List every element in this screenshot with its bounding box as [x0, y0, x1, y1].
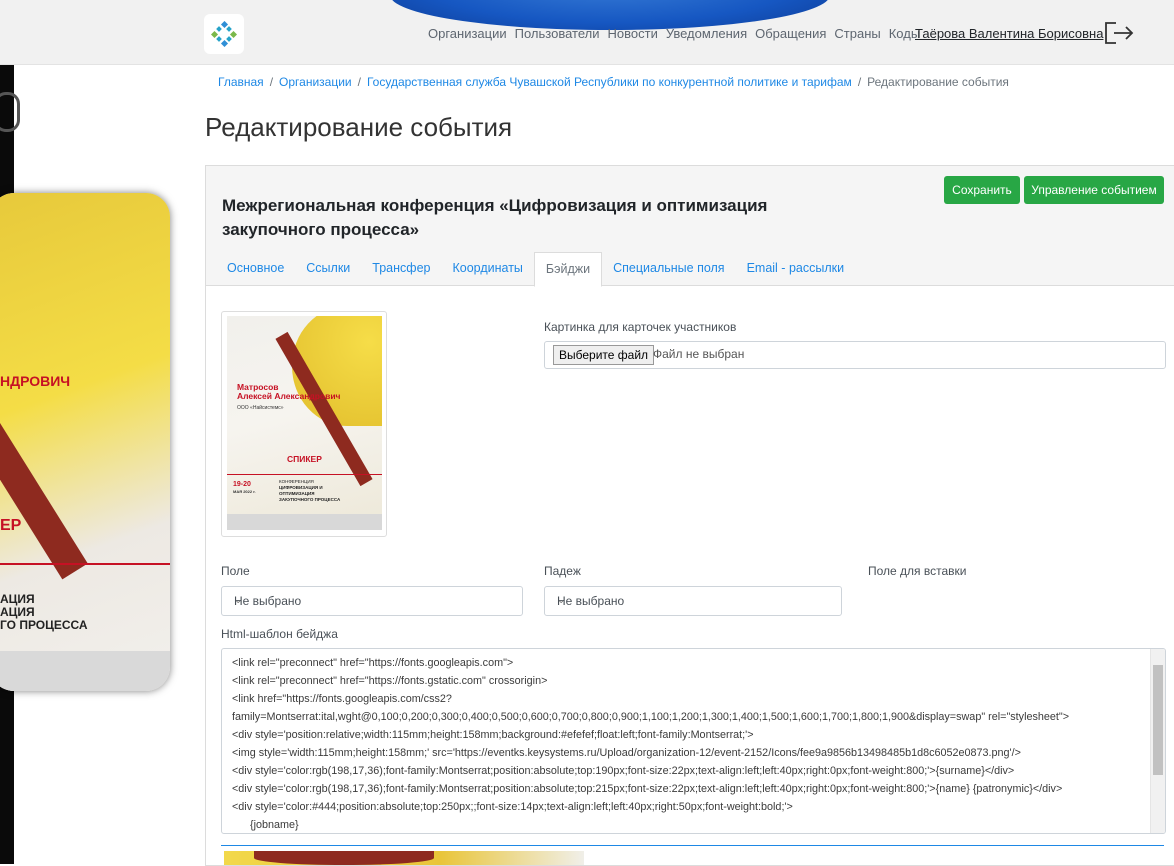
breadcrumb-current: Редактирование события [867, 75, 1009, 89]
nav-links: Организации Пользователи Новости Уведомл… [428, 26, 928, 41]
template-line: <link rel="preconnect" href="https://fon… [232, 657, 514, 669]
section-divider [221, 845, 1164, 846]
tab-special-fields[interactable]: Специальные поля [602, 252, 735, 285]
template-line: <link rel="preconnect" href="https://fon… [232, 675, 548, 687]
second-badge-preview [224, 851, 584, 865]
ring-decoration [0, 92, 20, 132]
template-line: <link href="https://fonts.googleapis.com… [232, 693, 452, 705]
breadcrumb-organizations[interactable]: Организации [279, 75, 352, 89]
nav-link-news[interactable]: Новости [608, 26, 658, 41]
template-label: Html-шаблон бейджа [221, 627, 338, 641]
field-select[interactable]: Не выбрано ⌄ [221, 586, 523, 616]
field-label: Поле [221, 564, 250, 578]
badge-conf-title: ЦИФРОВИЗАЦИЯ И ОПТИМИЗАЦИЯ ЗАКУПОЧНОГО П… [279, 485, 341, 502]
logout-icon[interactable] [1102, 20, 1136, 46]
chevron-down-icon: ⌄ [557, 595, 566, 606]
badge-org: ООО «Найсистемс» [237, 405, 284, 411]
tab-transfer[interactable]: Трансфер [361, 252, 441, 285]
event-panel: Межрегиональная конференция «Цифровизаци… [205, 165, 1174, 866]
template-line: <div style='color:#444;position:absolute… [232, 801, 793, 813]
logo-icon[interactable] [204, 14, 244, 54]
event-tabs: Основное Ссылки Трансфер Координаты Бэйд… [216, 252, 855, 287]
image-label: Картинка для карточек участников [544, 320, 737, 334]
template-line: family=Montserrat:ital,wght@0,100;0,200;… [232, 711, 1070, 723]
save-button[interactable]: Сохранить [944, 176, 1020, 204]
nav-link-appeals[interactable]: Обращения [755, 26, 826, 41]
badge-role: СПИКЕР [287, 454, 322, 464]
file-status: Файл не выбран [653, 347, 745, 361]
template-line: <div style='position:relative;width:115m… [232, 729, 754, 741]
choose-file-button[interactable]: Выберите файл [553, 345, 655, 365]
chevron-down-icon: ⌄ [234, 595, 243, 606]
event-panel-header: Межрегиональная конференция «Цифровизаци… [206, 166, 1174, 287]
textarea-scrollbar[interactable] [1150, 649, 1165, 833]
file-input[interactable]: Выберите файл Файл не выбран [544, 341, 1166, 369]
tab-badges[interactable]: Бэйджи [533, 252, 603, 287]
badge-month: МАЯ 2022 г. [233, 489, 256, 494]
insert-field-label: Поле для вставки [868, 564, 967, 578]
nav-link-countries[interactable]: Страны [834, 26, 880, 41]
page-title: Редактирование события [205, 112, 513, 142]
template-line: <div style='color:rgb(198,17,36);font-fa… [232, 783, 1063, 795]
nav-link-notifications[interactable]: Уведомления [666, 26, 747, 41]
left-badge-name: НДРОВИЧ [0, 373, 71, 389]
manage-event-button[interactable]: Управление событием [1024, 176, 1164, 204]
nav-link-users[interactable]: Пользователи [515, 26, 600, 41]
left-badge-image: НДРОВИЧ ЕР АЦИЯ АЦИЯ ГО ПРОЦЕССА [0, 193, 170, 691]
badge-dates: 19-20 [233, 481, 251, 488]
tab-main[interactable]: Основное [216, 252, 295, 285]
event-title: Межрегиональная конференция «Цифровизаци… [222, 196, 768, 239]
badge-name: Алексей Александрович [237, 391, 341, 401]
user-profile-link[interactable]: Таёрова Валентина Борисовна [915, 26, 1103, 41]
breadcrumb: Главная / Организации / Государственная служ… [218, 75, 1009, 89]
template-line: <div style='color:rgb(198,17,36);font-fa… [232, 765, 1015, 777]
template-line: {jobname} [232, 819, 299, 831]
template-line: <img style='width:115mm;height:158mm;' s… [232, 747, 1021, 759]
tab-coordinates[interactable]: Координаты [441, 252, 533, 285]
case-select[interactable]: Не выбрано ⌄ [544, 586, 842, 616]
badge-template-textarea[interactable]: <link rel="preconnect" href="https://fon… [221, 648, 1166, 834]
top-navbar: Организации Пользователи Новости Уведомл… [0, 0, 1174, 65]
breadcrumb-home[interactable]: Главная [218, 75, 264, 89]
badge-preview-image: Матросов Алексей Александрович ООО «Найси… [221, 311, 387, 537]
nav-link-organizations[interactable]: Организации [428, 26, 507, 41]
left-badge-role: ЕР [0, 517, 22, 534]
case-label: Падеж [544, 564, 581, 578]
badge-conf-kind: КОНФЕРЕНЦИЯ [279, 479, 314, 484]
left-badge-conference: АЦИЯ АЦИЯ ГО ПРОЦЕССА [0, 592, 88, 632]
breadcrumb-organization[interactable]: Государственная служба Чувашской Республ… [367, 75, 852, 89]
tab-links[interactable]: Ссылки [295, 252, 361, 285]
tab-email-mailings[interactable]: Email - рассылки [736, 252, 856, 285]
